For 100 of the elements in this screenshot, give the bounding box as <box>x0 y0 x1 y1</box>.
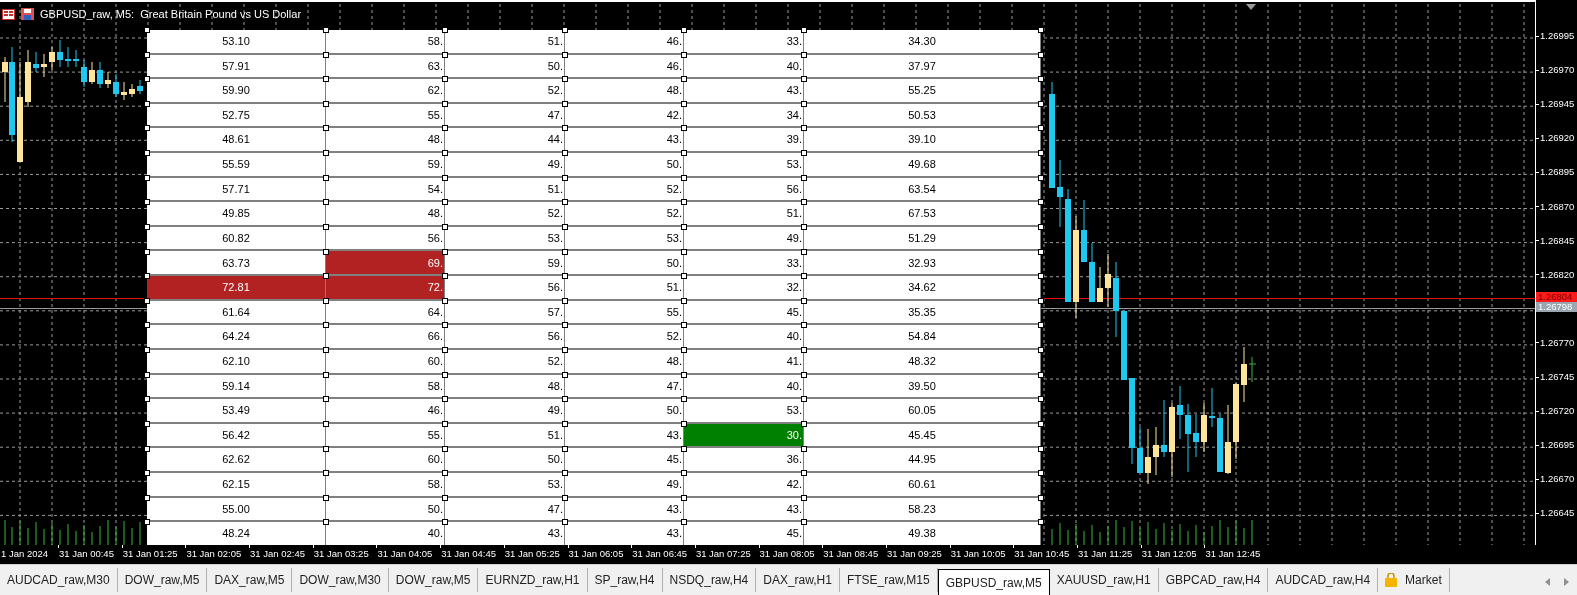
grid-handle[interactable] <box>144 199 150 206</box>
grid-handle[interactable] <box>681 100 687 107</box>
grid-handle[interactable] <box>681 27 687 33</box>
market-tab[interactable]: Market <box>1378 568 1450 592</box>
grid-handle[interactable] <box>801 420 807 427</box>
grid-handle[interactable] <box>323 445 329 452</box>
grid-handle[interactable] <box>562 371 568 378</box>
grid-handle[interactable] <box>801 51 807 58</box>
grid-handle[interactable] <box>442 125 448 132</box>
grid-handle[interactable] <box>323 494 329 501</box>
grid-handle[interactable] <box>1038 150 1044 157</box>
grid-handle[interactable] <box>442 396 448 403</box>
grid-handle[interactable] <box>1038 420 1044 427</box>
grid-handle[interactable] <box>562 347 568 354</box>
grid-handle[interactable] <box>442 494 448 501</box>
grid-handle[interactable] <box>144 273 150 280</box>
grid-handle[interactable] <box>323 396 329 403</box>
table-icon[interactable] <box>2 8 15 20</box>
grid-handle[interactable] <box>801 445 807 452</box>
grid-handle[interactable] <box>323 322 329 329</box>
chart-tab[interactable]: GBPCAD_raw,H4 <box>1158 568 1269 592</box>
grid-handle[interactable] <box>562 494 568 501</box>
chart-tab[interactable]: DOW_raw,M5 <box>388 568 479 592</box>
chart-tab[interactable]: NSDQ_raw,H4 <box>662 568 757 592</box>
grid-handle[interactable] <box>562 470 568 477</box>
grid-handle[interactable] <box>562 199 568 206</box>
grid-handle[interactable] <box>1038 174 1044 181</box>
grid-handle[interactable] <box>801 199 807 206</box>
save-icon[interactable] <box>21 8 34 21</box>
grid-handle[interactable] <box>1038 470 1044 477</box>
grid-handle[interactable] <box>562 51 568 58</box>
grid-handle[interactable] <box>1038 27 1044 33</box>
grid-handle[interactable] <box>1038 273 1044 280</box>
grid-handle[interactable] <box>442 371 448 378</box>
grid-handle[interactable] <box>562 174 568 181</box>
grid-handle[interactable] <box>323 125 329 132</box>
grid-handle[interactable] <box>801 322 807 329</box>
grid-handle[interactable] <box>323 199 329 206</box>
grid-handle[interactable] <box>442 199 448 206</box>
grid-handle[interactable] <box>323 248 329 255</box>
grid-handle[interactable] <box>1038 297 1044 304</box>
grid-handle[interactable] <box>144 420 150 427</box>
grid-handle[interactable] <box>801 100 807 107</box>
grid-handle[interactable] <box>681 445 687 452</box>
grid-handle[interactable] <box>442 248 448 255</box>
grid-handle[interactable] <box>801 273 807 280</box>
shift-marker-icon[interactable] <box>1246 4 1256 10</box>
grid-handle[interactable] <box>1038 396 1044 403</box>
grid-handle[interactable] <box>681 273 687 280</box>
grid-handle[interactable] <box>144 248 150 255</box>
grid-handle[interactable] <box>144 100 150 107</box>
grid-handle[interactable] <box>442 223 448 230</box>
grid-handle[interactable] <box>801 150 807 157</box>
grid-handle[interactable] <box>442 445 448 452</box>
grid-handle[interactable] <box>562 150 568 157</box>
grid-handle[interactable] <box>801 519 807 526</box>
grid-handle[interactable] <box>801 494 807 501</box>
chart-tab[interactable]: GBPUSD_raw,M5 <box>937 569 1050 595</box>
grid-handle[interactable] <box>562 125 568 132</box>
grid-handle[interactable] <box>1038 100 1044 107</box>
grid-handle[interactable] <box>681 396 687 403</box>
grid-handle[interactable] <box>442 297 448 304</box>
grid-handle[interactable] <box>681 371 687 378</box>
grid-handle[interactable] <box>681 150 687 157</box>
grid-handle[interactable] <box>681 223 687 230</box>
grid-handle[interactable] <box>144 445 150 452</box>
grid-handle[interactable] <box>323 27 329 33</box>
grid-handle[interactable] <box>562 223 568 230</box>
grid-handle[interactable] <box>801 174 807 181</box>
grid-handle[interactable] <box>323 470 329 477</box>
grid-handle[interactable] <box>442 322 448 329</box>
grid-handle[interactable] <box>801 371 807 378</box>
grid-handle[interactable] <box>144 347 150 354</box>
grid-handle[interactable] <box>562 273 568 280</box>
grid-handle[interactable] <box>442 27 448 33</box>
grid-handle[interactable] <box>681 347 687 354</box>
grid-handle[interactable] <box>1038 125 1044 132</box>
grid-handle[interactable] <box>1038 199 1044 206</box>
grid-handle[interactable] <box>801 27 807 33</box>
grid-handle[interactable] <box>681 51 687 58</box>
grid-handle[interactable] <box>442 273 448 280</box>
grid-handle[interactable] <box>801 347 807 354</box>
grid-handle[interactable] <box>681 519 687 526</box>
chart-tab[interactable]: DAX_raw,M5 <box>207 568 293 592</box>
grid-handle[interactable] <box>323 519 329 526</box>
grid-handle[interactable] <box>801 248 807 255</box>
chart-tab[interactable]: AUDCAD_raw,H4 <box>1268 568 1379 592</box>
grid-handle[interactable] <box>323 100 329 107</box>
scroll-right-icon[interactable] <box>1564 578 1569 586</box>
grid-handle[interactable] <box>144 297 150 304</box>
chart-tab[interactable]: DOW_raw,M5 <box>117 568 208 592</box>
grid-handle[interactable] <box>1038 371 1044 378</box>
grid-handle[interactable] <box>1038 322 1044 329</box>
grid-handle[interactable] <box>442 76 448 83</box>
grid-handle[interactable] <box>801 396 807 403</box>
grid-handle[interactable] <box>442 470 448 477</box>
grid-handle[interactable] <box>1038 51 1044 58</box>
grid-handle[interactable] <box>442 100 448 107</box>
grid-handle[interactable] <box>323 150 329 157</box>
grid-handle[interactable] <box>323 347 329 354</box>
